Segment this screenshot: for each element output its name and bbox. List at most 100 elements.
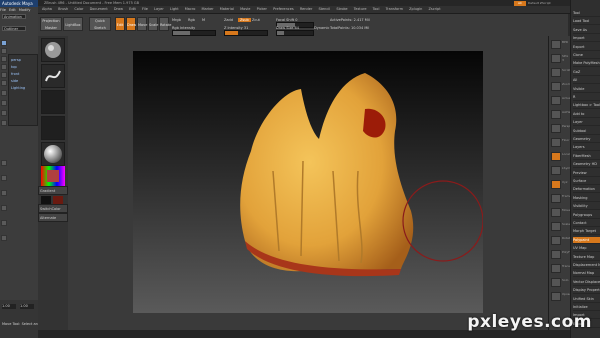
menu-light[interactable]: Light bbox=[170, 7, 179, 11]
menu-render[interactable]: Render bbox=[300, 7, 312, 11]
tool-panel-item[interactable]: Lightbox > Tools bbox=[573, 102, 600, 110]
alternate-button[interactable]: Alternate bbox=[38, 213, 68, 222]
floor-icon[interactable] bbox=[551, 138, 561, 147]
lightbox-button[interactable]: LightBox bbox=[63, 17, 83, 31]
tool-panel-item[interactable]: Visibility bbox=[573, 203, 600, 211]
menu-edit[interactable]: Edit bbox=[129, 7, 136, 11]
tool-panel-item[interactable]: Export bbox=[573, 44, 600, 51]
menu-tool[interactable]: Tool bbox=[373, 7, 380, 11]
menu-transform[interactable]: Transform bbox=[386, 7, 403, 11]
xpose-icon[interactable] bbox=[551, 292, 561, 301]
maya-range-start[interactable]: 1.00 bbox=[2, 304, 16, 309]
menu-file[interactable]: File bbox=[142, 7, 148, 11]
tool-panel-item[interactable]: Layers bbox=[573, 144, 600, 152]
rotate-tool-icon[interactable] bbox=[1, 72, 7, 78]
layout-persp-icon[interactable] bbox=[1, 160, 7, 166]
tool-panel-item[interactable]: Add to bbox=[573, 111, 600, 118]
tool-panel-item[interactable]: FiberMesh bbox=[573, 153, 600, 160]
tool-panel-item[interactable]: Texture Map bbox=[573, 254, 600, 261]
layout-custom-icon[interactable] bbox=[1, 220, 7, 226]
outliner-item[interactable]: Lighting bbox=[11, 86, 25, 90]
outliner-item[interactable]: top bbox=[11, 65, 17, 69]
tool-panel-item[interactable]: Surface bbox=[573, 178, 600, 185]
gradient-button[interactable]: Gradient bbox=[38, 186, 68, 195]
tool-panel-item[interactable]: Geometry bbox=[573, 136, 600, 143]
lsym-icon[interactable] bbox=[551, 166, 561, 175]
persp-icon[interactable] bbox=[551, 124, 561, 133]
aahalf-icon[interactable] bbox=[551, 110, 561, 119]
menu-zscript[interactable]: Zscript bbox=[428, 7, 440, 11]
tool-panel-item[interactable]: Morph Target bbox=[573, 228, 600, 236]
m-toggle[interactable]: M bbox=[202, 18, 205, 22]
rgb-toggle[interactable]: Rgb bbox=[188, 18, 195, 22]
tool-panel-item[interactable]: Deformation bbox=[573, 186, 600, 194]
tool-panel-item[interactable]: Polypaint bbox=[573, 236, 600, 244]
tool-panel-item[interactable]: Preview bbox=[573, 170, 600, 177]
frame-icon[interactable] bbox=[551, 194, 561, 203]
secondary-color-swatch[interactable] bbox=[53, 196, 63, 204]
quick-sketch-button[interactable]: Quick Sketch bbox=[89, 17, 111, 31]
tool-panel-item[interactable]: Make PolyMesh3D bbox=[573, 60, 600, 68]
menu-movie[interactable]: Movie bbox=[240, 7, 250, 11]
menu-zplugin[interactable]: Zplugin bbox=[409, 7, 422, 11]
rotate-icon[interactable] bbox=[551, 236, 561, 245]
menu-brush[interactable]: Brush bbox=[58, 7, 68, 11]
scale-icon[interactable] bbox=[551, 222, 561, 231]
layout-outliner-icon[interactable] bbox=[1, 110, 7, 116]
tool-panel-item[interactable]: UV Map bbox=[573, 245, 600, 253]
zadd-toggle[interactable]: Zadd bbox=[224, 18, 233, 22]
menu-stencil[interactable]: Stencil bbox=[318, 7, 330, 11]
menu-document[interactable]: Document bbox=[90, 7, 108, 11]
edit-button[interactable]: Edit bbox=[115, 17, 125, 31]
tool-panel-item[interactable]: Unified Skin bbox=[573, 296, 600, 303]
outliner-item[interactable]: front bbox=[11, 72, 19, 76]
tool-panel-item[interactable]: Visible bbox=[573, 86, 600, 93]
menu-macro[interactable]: Macro bbox=[185, 7, 196, 11]
zsub-toggle[interactable]: Zsub bbox=[238, 18, 251, 22]
polyf-icon[interactable] bbox=[551, 250, 561, 259]
maya-menu-edit[interactable]: Edit bbox=[9, 8, 16, 12]
outliner-item[interactable]: side bbox=[11, 79, 18, 83]
canvas[interactable] bbox=[133, 51, 484, 313]
menu-preferences[interactable]: Preferences bbox=[273, 7, 294, 11]
tool-panel-item[interactable]: Display Properties bbox=[573, 287, 600, 295]
menu-alpha[interactable]: Alpha bbox=[42, 7, 52, 11]
tool-panel-item[interactable]: Import bbox=[573, 35, 600, 43]
xyz-icon[interactable] bbox=[551, 180, 561, 189]
zoom-icon[interactable] bbox=[551, 82, 561, 91]
tool-panel-item[interactable]: Clone bbox=[573, 52, 600, 59]
move-icon[interactable] bbox=[551, 208, 561, 217]
move-tool-icon[interactable] bbox=[1, 64, 7, 70]
material-selector-icon[interactable] bbox=[41, 142, 65, 166]
menu-marker[interactable]: Marker bbox=[202, 7, 214, 11]
bpr-icon[interactable] bbox=[551, 40, 561, 49]
paint-tool-icon[interactable] bbox=[1, 56, 7, 62]
transp-icon[interactable] bbox=[551, 264, 561, 273]
scroll-icon[interactable] bbox=[551, 68, 561, 77]
menu-picker[interactable]: Picker bbox=[257, 7, 267, 11]
menu-texture[interactable]: Texture bbox=[354, 7, 367, 11]
tool-panel-item[interactable]: All bbox=[573, 77, 600, 85]
tool-panel-item[interactable]: Subtool bbox=[573, 128, 600, 135]
layout-side-icon[interactable] bbox=[1, 175, 7, 181]
draw-button[interactable]: Draw bbox=[126, 17, 136, 31]
tool-panel-item[interactable]: Normal Map bbox=[573, 270, 600, 278]
brush-selector-icon[interactable] bbox=[41, 38, 65, 62]
local-icon[interactable] bbox=[551, 152, 561, 161]
layout-four-icon[interactable] bbox=[1, 100, 7, 106]
layout-single-icon[interactable] bbox=[1, 90, 7, 96]
tool-panel-item[interactable]: R bbox=[573, 94, 600, 101]
select-tool-icon[interactable] bbox=[1, 40, 7, 46]
menu-material[interactable]: Material bbox=[220, 7, 234, 11]
move-button[interactable]: Move bbox=[137, 17, 147, 31]
projection-master-button[interactable]: Projection Master bbox=[40, 17, 62, 31]
mrgb-toggle[interactable]: Mrgb bbox=[172, 18, 181, 22]
tool-panel-item[interactable]: GoZ bbox=[573, 69, 600, 76]
menu-color[interactable]: Color bbox=[74, 7, 83, 11]
tool-panel-item[interactable]: Initialize bbox=[573, 304, 600, 311]
tool-panel-item[interactable]: Polygroups bbox=[573, 212, 600, 219]
alpha-selector-icon[interactable] bbox=[41, 90, 65, 114]
maya-panel-dropdown[interactable]: Outliner bbox=[2, 26, 26, 31]
texture-selector-icon[interactable] bbox=[41, 116, 65, 140]
spix-icon[interactable] bbox=[551, 54, 561, 63]
